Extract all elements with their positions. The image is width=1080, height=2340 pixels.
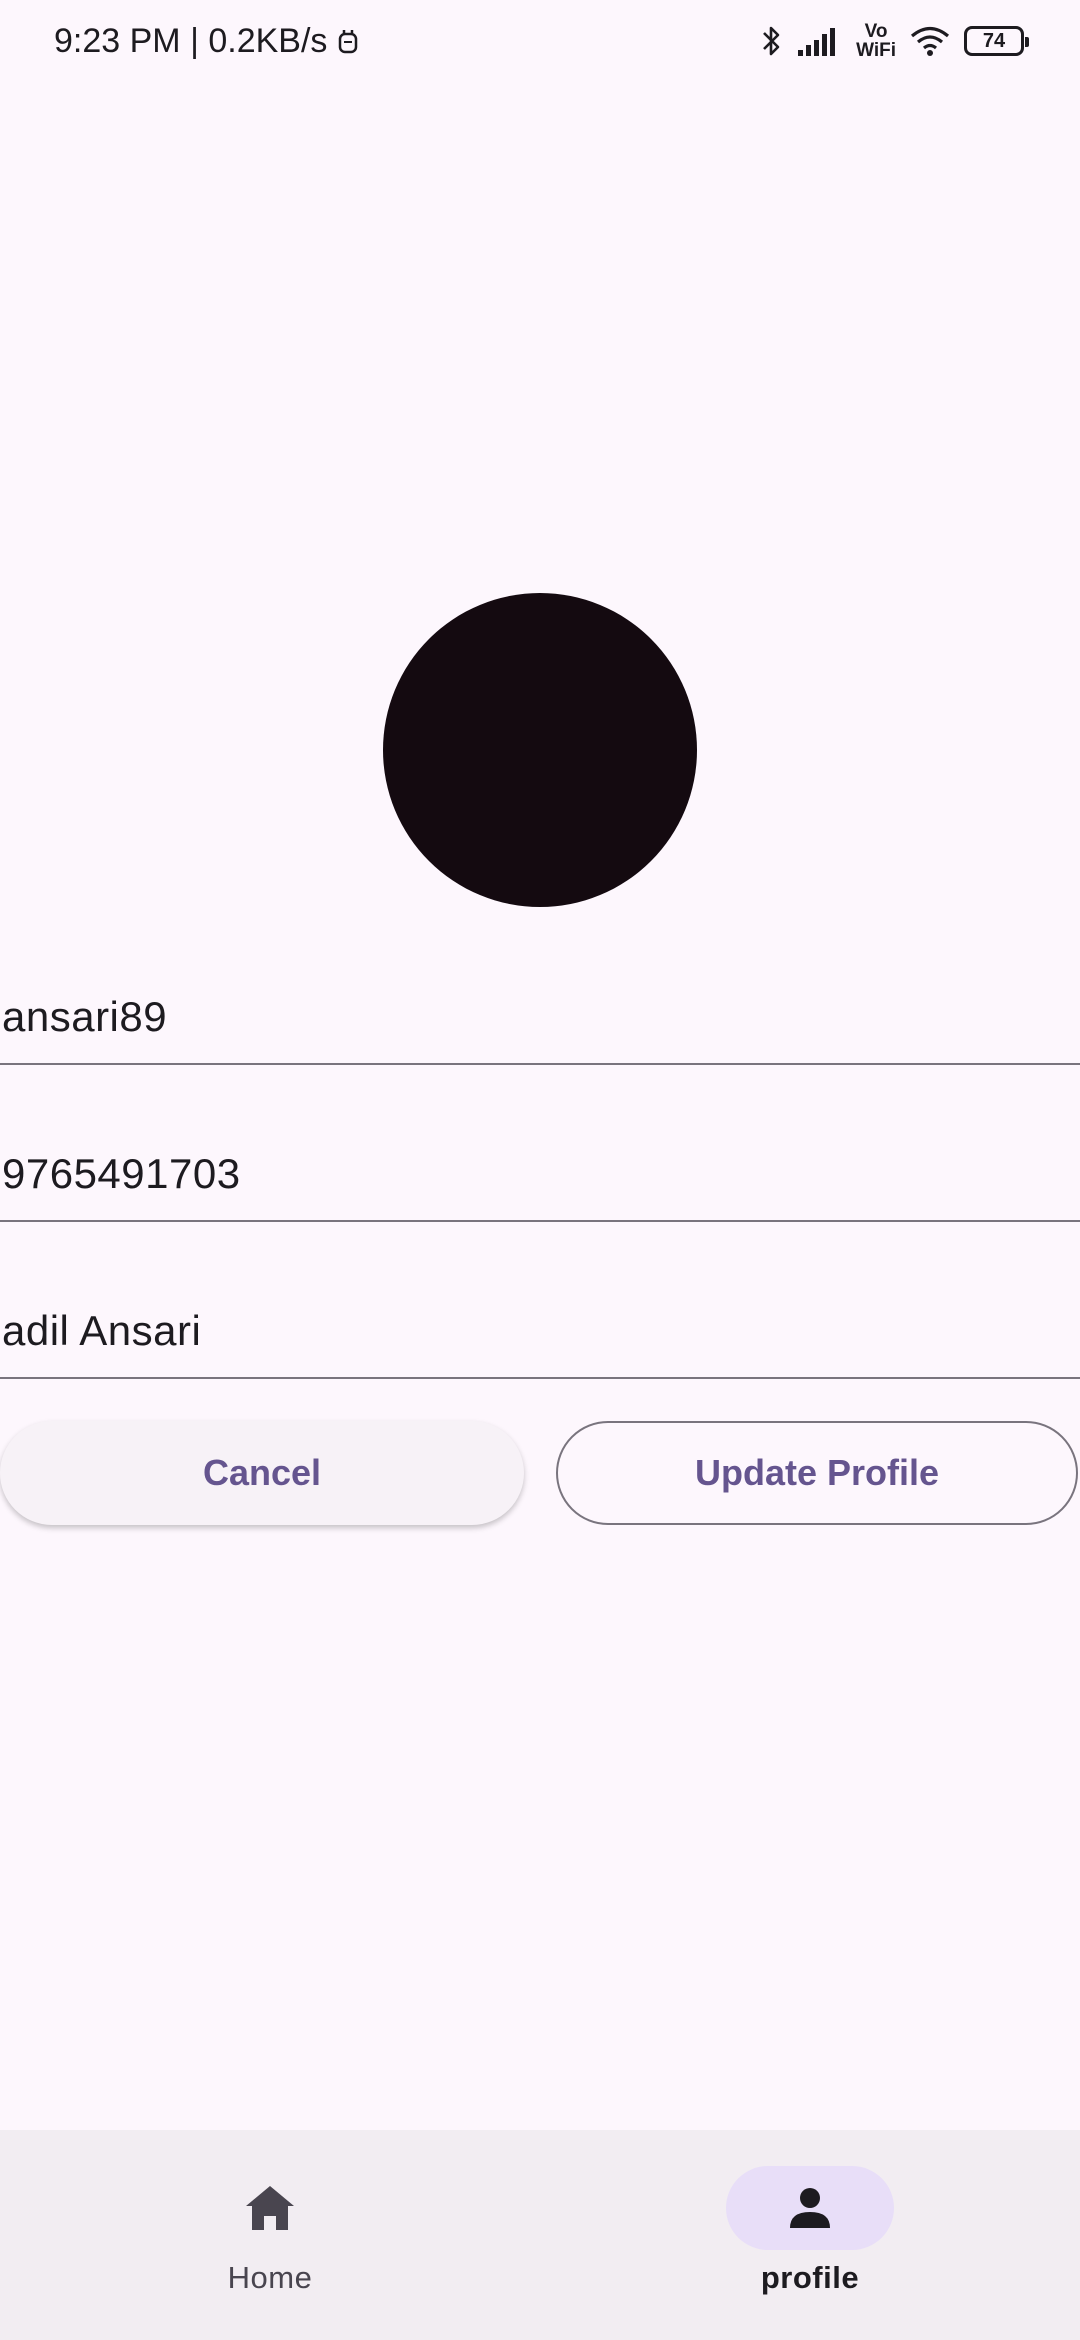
signal-icon (798, 28, 836, 56)
notification-icon (339, 29, 358, 53)
profile-screen: 9:23 PM | 0.2KB/s Vo WiFi 74 ansari89 97… (0, 0, 1080, 2340)
status-right: Vo WiFi 74 (760, 22, 1029, 60)
cancel-button[interactable]: Cancel (0, 1421, 524, 1525)
battery-level: 74 (982, 29, 1006, 52)
person-icon (790, 2188, 830, 2228)
status-time-speed: 9:23 PM | 0.2KB/s (54, 22, 328, 60)
bottom-navigation: Home profile (0, 2130, 1080, 2340)
status-left: 9:23 PM | 0.2KB/s (54, 22, 359, 61)
cancel-button-label: Cancel (202, 1452, 322, 1493)
battery-icon: 74 (964, 26, 1029, 56)
nav-home-indicator (186, 2166, 354, 2250)
update-profile-button[interactable]: Update Profile (556, 1421, 1078, 1525)
nav-profile-indicator (726, 2166, 894, 2250)
vowifi-indicator: Vo WiFi (856, 22, 896, 60)
full-name-input[interactable] (0, 1307, 1062, 1355)
username-field[interactable] (0, 940, 1080, 1065)
nav-home-label: Home (227, 2260, 313, 2295)
nav-profile-label: profile (760, 2260, 860, 2295)
vowifi-bottom: WiFi (856, 40, 896, 61)
update-profile-button-label: Update Profile (694, 1452, 940, 1493)
wifi-icon (910, 26, 950, 56)
username-input[interactable] (0, 993, 1062, 1041)
nav-item-home[interactable]: Home (150, 2166, 390, 2296)
nav-item-profile[interactable]: profile (690, 2166, 930, 2296)
phone-input[interactable] (0, 1150, 1062, 1198)
profile-avatar[interactable] (383, 593, 697, 907)
bluetooth-icon (763, 26, 780, 56)
home-icon (246, 2186, 294, 2230)
vowifi-top: Vo (864, 21, 888, 42)
full-name-field[interactable] (0, 1254, 1080, 1379)
phone-field[interactable] (0, 1097, 1080, 1222)
status-bar: 9:23 PM | 0.2KB/s Vo WiFi 74 (0, 0, 1080, 92)
